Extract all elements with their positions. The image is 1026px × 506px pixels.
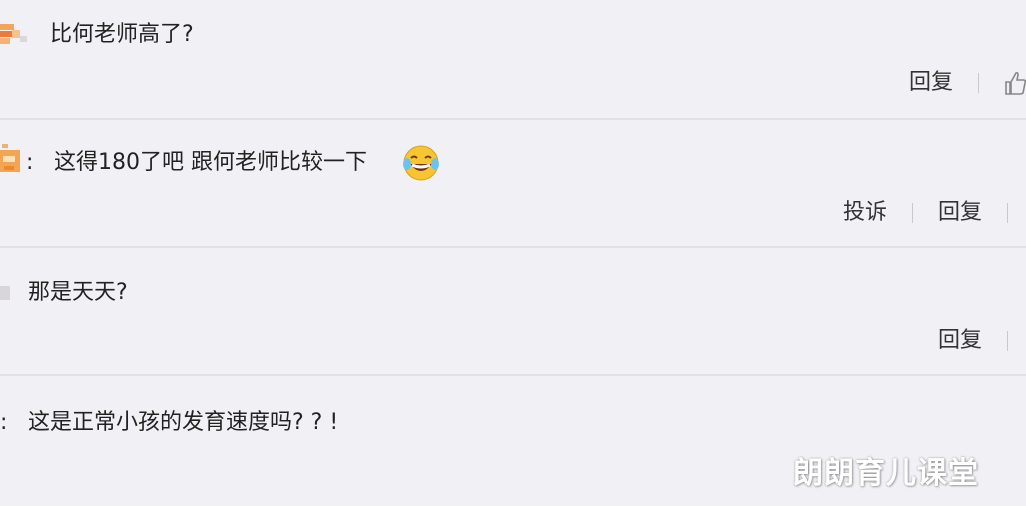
watermark: 朗朗育儿课堂 <box>793 456 979 491</box>
comment-text: 这得180了吧 跟何老师比较一下 <box>54 150 367 175</box>
reply-button[interactable]: 回复 <box>909 70 953 95</box>
avatar-icon <box>0 286 10 300</box>
reply-button[interactable]: 回复 <box>938 328 982 353</box>
action-divider <box>1007 203 1008 223</box>
comment-actions: 回复 <box>909 70 1026 96</box>
action-divider <box>911 203 913 223</box>
comment-text: 比何老师高了? <box>50 22 194 47</box>
comment-actions: 回复 <box>938 328 1026 354</box>
report-button[interactable]: 投诉 <box>843 200 887 225</box>
comment-actions: 投诉 回复 <box>843 200 1026 226</box>
comment-text: 这是正常小孩的发育速度吗? ? ! <box>28 410 339 435</box>
comment-text: 那是天天? <box>28 280 128 305</box>
reply-button[interactable]: 回复 <box>938 200 982 225</box>
avatar-icon <box>0 144 20 172</box>
laughing-tears-emoji-icon <box>403 145 439 181</box>
comment-item: 那是天天? 回复 <box>0 248 1026 376</box>
avatar-icon <box>0 24 27 44</box>
comment-item: 比何老师高了? 回复 <box>0 0 1026 120</box>
action-divider <box>978 73 979 93</box>
like-icon[interactable] <box>1004 70 1026 96</box>
comment-colon: : <box>26 150 34 175</box>
action-divider <box>1007 331 1008 351</box>
comment-colon: : <box>0 410 8 435</box>
comment-item: : 这得180了吧 跟何老师比较一下 投诉 回复 <box>0 120 1026 248</box>
